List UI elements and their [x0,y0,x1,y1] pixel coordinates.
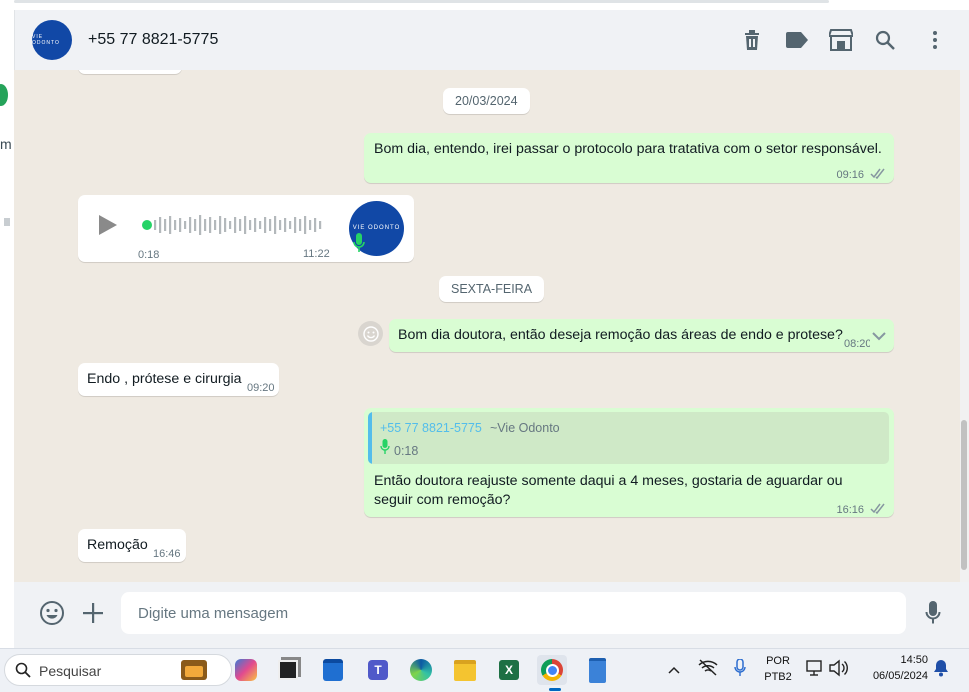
date-divider: SEXTA-FEIRA [439,276,545,302]
quote-voice-duration: 0:18 [394,444,419,458]
read-receipt-icon [870,166,886,185]
message-composer [14,582,969,648]
keyboard-layout[interactable]: PTB2 [760,671,796,683]
chrome-icon[interactable] [537,655,567,685]
chevron-down-icon[interactable] [872,328,886,347]
message-time: 16:16 [836,504,864,516]
search-label: Pesquisar [39,663,102,679]
mic-tray-icon[interactable] [734,658,746,682]
emoji-react-icon[interactable] [358,321,383,346]
playback-position-dot[interactable] [142,220,152,230]
clock-date[interactable]: 06/05/2024 [858,670,928,682]
menu-icon[interactable] [923,28,947,52]
message-time: 08:20 [844,338,870,350]
message-input[interactable] [121,592,906,634]
search-icon [15,662,31,683]
task-view-icon[interactable] [273,655,303,685]
play-icon[interactable] [98,214,118,242]
message-time: 09:20 [247,382,275,394]
filter-chip-fragment[interactable] [0,84,8,106]
widgets-icon[interactable] [181,660,207,680]
chevron-up-icon[interactable] [668,661,680,679]
edge-icon[interactable] [406,655,436,685]
trash-icon[interactable] [740,28,764,52]
message-bubble-incoming[interactable]: Endo , prótese e cirurgia 09:20 [78,363,279,396]
emoji-icon[interactable] [39,600,65,631]
label-icon[interactable] [785,28,809,52]
quote-sender-name: ~Vie Odonto [490,421,560,435]
microphone-icon[interactable] [925,601,941,630]
teams-icon[interactable]: T [363,655,393,685]
quote-accent-bar [368,412,372,464]
message-bubble-outgoing[interactable]: Bom dia doutora, então deseja remoção da… [389,319,894,352]
attach-plus-icon[interactable] [82,602,104,629]
message-bubble-clipped [78,70,182,74]
chat-header[interactable]: VIE ODONTO +55 77 8821-5775 [14,10,969,70]
notepad-icon[interactable] [582,655,612,685]
read-receipt-icon [870,501,886,520]
store-icon[interactable] [318,655,348,685]
message-text: Remoção [87,537,148,553]
quoted-message[interactable]: +55 77 8821-5775 ~Vie Odonto 0:18 [368,412,889,464]
network-icon[interactable] [697,658,719,681]
message-text: Bom dia, entendo, irei passar o protocol… [374,141,882,157]
window-top-edge [14,0,969,10]
language-code[interactable]: POR [760,655,796,667]
taskbar-search[interactable]: Pesquisar [4,654,232,686]
message-bubble-incoming[interactable]: Remoção 16:46 [78,529,186,562]
shop-icon[interactable] [829,28,853,52]
voice-position: 0:18 [138,249,160,261]
message-bubble-outgoing[interactable]: Bom dia, entendo, irei passar o protocol… [364,133,894,183]
search-icon[interactable] [873,28,897,52]
mic-icon [380,439,390,461]
notification-bell-icon[interactable] [933,659,949,682]
message-time: 11:22 [303,248,330,260]
chat-list-edge: m [0,0,15,648]
message-time: 16:46 [153,548,181,560]
scrollbar-thumb[interactable] [961,420,967,570]
waveform[interactable] [154,214,324,236]
message-text: Então doutora reajuste somente daqui a 4… [374,473,843,508]
os-taskbar: Pesquisar T X POR PTB2 14:50 06/05/2024 [0,648,969,692]
chat-scrollbar[interactable] [960,70,969,582]
conversation-panel[interactable]: 20/03/2024 Bom dia, entendo, irei passar… [14,70,960,582]
contact-name[interactable]: +55 77 8821-5775 [88,31,218,49]
voice-message-bubble[interactable]: 0:18 11:22 VIE ODONTO [78,195,414,262]
avatar-text: VIE ODONTO [32,34,60,46]
file-explorer-icon[interactable] [450,655,480,685]
display-icon[interactable] [806,659,824,682]
message-text: Bom dia doutora, então deseja remoção da… [398,327,843,343]
message-text: Endo , prótese e cirurgia [87,371,242,387]
list-divider [4,218,10,226]
chat-list-text-fragment: m [0,136,12,152]
message-input-wrapper[interactable] [121,592,906,634]
message-time: 09:16 [836,169,864,181]
clock-time[interactable]: 14:50 [862,654,928,666]
volume-icon[interactable] [829,659,849,682]
message-bubble-outgoing-reply[interactable]: +55 77 8821-5775 ~Vie Odonto 0:18 Então … [364,408,894,517]
quote-author: +55 77 8821-5775 [380,421,482,435]
excel-icon[interactable]: X [494,655,524,685]
copilot-icon[interactable] [231,655,261,685]
contact-avatar[interactable]: VIE ODONTO [32,20,72,60]
date-divider: 20/03/2024 [443,88,530,114]
mic-icon [353,233,365,259]
